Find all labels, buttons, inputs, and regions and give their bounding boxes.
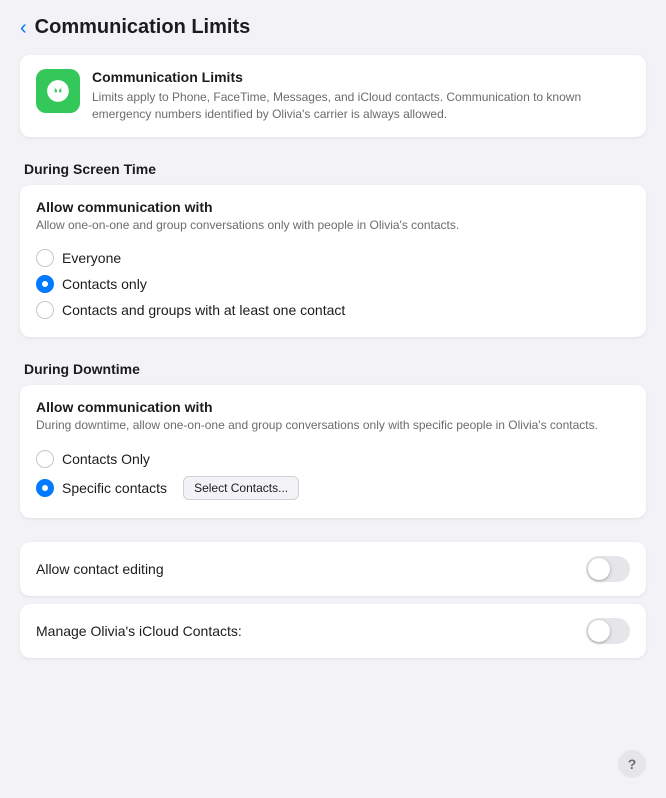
radio-circle-contacts-only-down — [36, 450, 54, 468]
back-button[interactable]: ‹ — [20, 18, 35, 38]
info-card: Communication Limits Limits apply to Pho… — [20, 55, 646, 137]
radio-label-contacts-only: Contacts only — [62, 276, 147, 292]
radio-specific-contacts[interactable]: Specific contacts Select Contacts... — [36, 472, 630, 504]
radio-label-contacts-only-down: Contacts Only — [62, 451, 150, 467]
radio-circle-everyone — [36, 249, 54, 267]
window: ‹ Communication Limits Communication Lim… — [0, 0, 666, 798]
app-icon — [36, 69, 80, 113]
radio-label-everyone: Everyone — [62, 250, 121, 266]
downtime-card-title: Allow communication with — [36, 399, 630, 415]
page-title: Communication Limits — [35, 16, 251, 39]
screen-time-card-subtitle: Allow one-on-one and group conversations… — [36, 217, 630, 234]
radio-circle-contacts-only — [36, 275, 54, 293]
allow-contact-editing-label: Allow contact editing — [36, 561, 164, 577]
radio-contacts-only-down[interactable]: Contacts Only — [36, 446, 630, 472]
allow-contact-editing-row: Allow contact editing — [20, 542, 646, 596]
downtime-card-subtitle: During downtime, allow one-on-one and gr… — [36, 417, 630, 434]
info-card-desc: Limits apply to Phone, FaceTime, Message… — [92, 89, 630, 123]
select-contacts-button[interactable]: Select Contacts... — [183, 476, 299, 500]
communication-limits-icon — [45, 78, 71, 104]
radio-circle-specific-contacts — [36, 479, 54, 497]
manage-icloud-label: Manage Olivia's iCloud Contacts: — [36, 623, 242, 639]
screen-time-card: Allow communication with Allow one-on-on… — [20, 185, 646, 338]
radio-contacts-only[interactable]: Contacts only — [36, 271, 630, 297]
radio-circle-contacts-and-groups — [36, 301, 54, 319]
manage-icloud-toggle[interactable] — [586, 618, 630, 644]
help-button[interactable]: ? — [618, 750, 646, 778]
allow-contact-editing-toggle[interactable] — [586, 556, 630, 582]
radio-label-contacts-and-groups: Contacts and groups with at least one co… — [62, 302, 345, 318]
screen-time-section-label: During Screen Time — [20, 161, 646, 177]
radio-label-specific-contacts: Specific contacts — [62, 480, 167, 496]
radio-everyone[interactable]: Everyone — [36, 245, 630, 271]
info-text: Communication Limits Limits apply to Pho… — [92, 69, 630, 123]
downtime-card: Allow communication with During downtime… — [20, 385, 646, 518]
info-card-title: Communication Limits — [92, 69, 630, 85]
manage-icloud-row: Manage Olivia's iCloud Contacts: — [20, 604, 646, 658]
downtime-section-label: During Downtime — [20, 361, 646, 377]
screen-time-card-title: Allow communication with — [36, 199, 630, 215]
radio-contacts-and-groups[interactable]: Contacts and groups with at least one co… — [36, 297, 630, 323]
header: ‹ Communication Limits — [20, 16, 646, 39]
